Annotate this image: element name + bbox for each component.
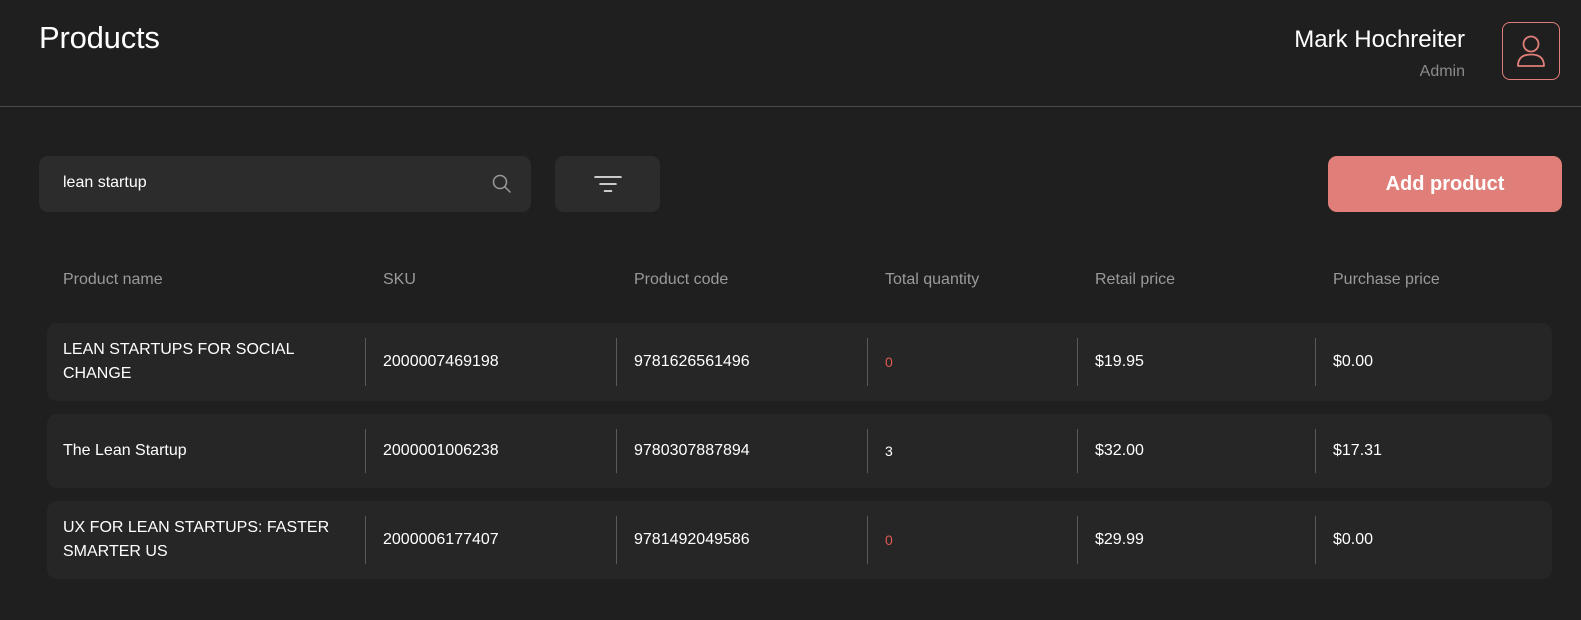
column-divider xyxy=(365,516,366,564)
total-quantity: 0 xyxy=(885,354,893,370)
page-header: Products Mark Hochreiter Admin xyxy=(0,0,1581,107)
column-header-product-code[interactable]: Product code xyxy=(634,271,728,289)
retail-price: $29.99 xyxy=(1095,531,1144,548)
filter-icon xyxy=(593,176,622,192)
column-divider xyxy=(1077,429,1078,473)
column-divider xyxy=(867,338,868,386)
column-divider xyxy=(867,429,868,473)
total-quantity: 0 xyxy=(885,532,893,548)
user-name: Mark Hochreiter xyxy=(1294,26,1465,53)
user-role: Admin xyxy=(1419,63,1465,80)
search-input[interactable]: lean startup xyxy=(39,156,531,212)
user-icon xyxy=(1517,35,1545,67)
column-divider xyxy=(365,429,366,473)
total-quantity: 3 xyxy=(885,443,893,459)
table-row[interactable]: The Lean Startup 2000001006238 978030788… xyxy=(47,414,1552,488)
column-header-product-name[interactable]: Product name xyxy=(63,271,163,289)
filter-button[interactable] xyxy=(555,156,660,212)
sku: 2000001006238 xyxy=(383,442,499,459)
product-code: 9780307887894 xyxy=(634,442,750,459)
search-icon[interactable] xyxy=(491,173,513,195)
column-header-purchase-price[interactable]: Purchase price xyxy=(1333,271,1440,289)
column-divider xyxy=(867,516,868,564)
avatar-button[interactable] xyxy=(1502,22,1560,80)
column-divider xyxy=(616,429,617,473)
product-code: 9781626561496 xyxy=(634,353,750,370)
retail-price: $32.00 xyxy=(1095,442,1144,459)
column-divider xyxy=(1315,338,1316,386)
product-name: LEAN STARTUPS FOR SOCIAL CHANGE xyxy=(63,341,294,382)
column-header-total-quantity[interactable]: Total quantity xyxy=(885,271,979,289)
column-header-sku[interactable]: SKU xyxy=(383,271,416,289)
sku: 2000006177407 xyxy=(383,531,499,548)
column-divider xyxy=(1077,338,1078,386)
product-name: The Lean Startup xyxy=(63,442,187,459)
table-row[interactable]: UX FOR LEAN STARTUPS: FASTER SMARTER US … xyxy=(47,501,1552,579)
purchase-price: $0.00 xyxy=(1333,353,1374,370)
purchase-price: $17.31 xyxy=(1333,442,1382,459)
purchase-price: $0.00 xyxy=(1333,531,1374,548)
search-input-value[interactable]: lean startup xyxy=(63,174,147,192)
column-divider xyxy=(1077,516,1078,564)
column-header-retail-price[interactable]: Retail price xyxy=(1095,271,1175,289)
column-divider xyxy=(365,338,366,386)
column-divider xyxy=(1315,516,1316,564)
page-title: Products xyxy=(39,20,160,55)
product-name: UX FOR LEAN STARTUPS: FASTER SMARTER US xyxy=(63,519,330,560)
sku: 2000007469198 xyxy=(383,353,499,370)
column-divider xyxy=(616,516,617,564)
product-code: 9781492049586 xyxy=(634,531,750,548)
add-product-button[interactable]: Add product xyxy=(1328,156,1562,212)
column-divider xyxy=(616,338,617,386)
table-row[interactable]: LEAN STARTUPS FOR SOCIAL CHANGE 20000074… xyxy=(47,323,1552,401)
column-divider xyxy=(1315,429,1316,473)
retail-price: $19.95 xyxy=(1095,353,1144,370)
